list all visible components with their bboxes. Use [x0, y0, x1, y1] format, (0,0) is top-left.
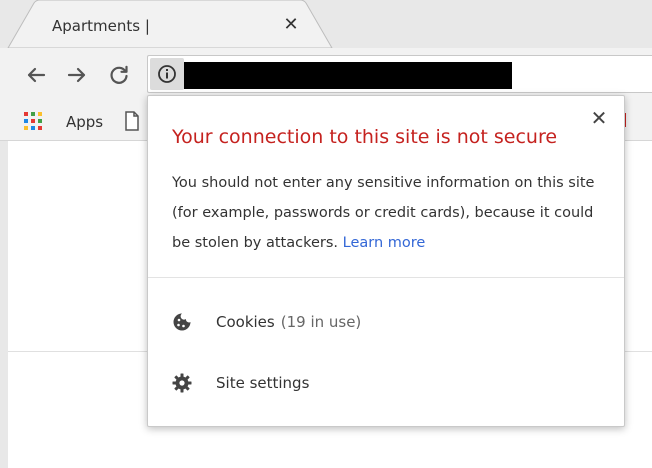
- arrow-left-icon: [27, 67, 46, 83]
- gear-icon: [172, 373, 192, 393]
- page-icon[interactable]: [124, 111, 140, 131]
- tab-close-icon[interactable]: ✕: [281, 14, 301, 34]
- apps-grid-icon[interactable]: [24, 112, 42, 130]
- cookies-label: Cookies: [216, 313, 275, 331]
- url-redacted: [184, 62, 512, 89]
- learn-more-link[interactable]: Learn more: [343, 235, 426, 251]
- arrow-right-icon: [67, 67, 86, 83]
- site-settings-label: Site settings: [216, 374, 310, 392]
- reload-button[interactable]: [105, 61, 133, 89]
- info-icon: [158, 65, 176, 83]
- cookies-row[interactable]: Cookies (19 in use): [172, 307, 592, 337]
- site-info-popup: ✕ Your connection to this site is not se…: [147, 95, 625, 427]
- popup-title: Your connection to this site is not secu…: [172, 126, 558, 148]
- apps-bookmark[interactable]: Apps: [66, 113, 103, 131]
- toolbar: [0, 48, 652, 102]
- back-button[interactable]: [22, 61, 50, 89]
- address-bar[interactable]: [147, 55, 652, 93]
- tab-strip: Apartments | ✕: [0, 0, 652, 48]
- site-info-button[interactable]: [150, 58, 184, 90]
- popup-body: You should not enter any sensitive infor…: [172, 168, 604, 258]
- cookies-count: (19 in use): [280, 313, 362, 331]
- close-icon[interactable]: ✕: [588, 108, 610, 130]
- cookie-icon: [172, 312, 192, 332]
- site-settings-row[interactable]: Site settings: [172, 368, 592, 398]
- reload-icon: [110, 65, 128, 84]
- tab-apartments[interactable]: Apartments | ✕: [0, 0, 340, 48]
- left-gutter: [0, 141, 8, 468]
- forward-button[interactable]: [63, 61, 91, 89]
- popup-divider: [148, 277, 624, 278]
- tab-title: Apartments |: [52, 17, 150, 35]
